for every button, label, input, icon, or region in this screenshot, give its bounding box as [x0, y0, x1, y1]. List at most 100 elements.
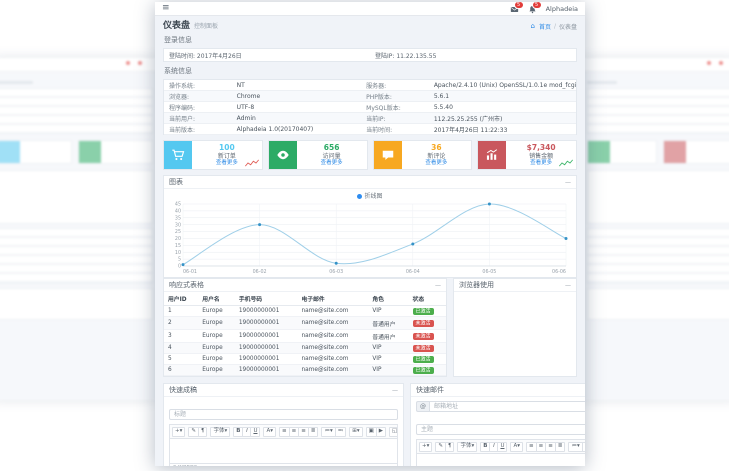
view-more-link[interactable]: 查看更多	[530, 160, 552, 167]
table-cell: VIP	[368, 343, 408, 354]
axis-tick-label: 40	[175, 208, 181, 214]
ghost-line	[0, 81, 33, 84]
messages-icon[interactable]: 5	[510, 4, 520, 14]
table-button[interactable]: ⊞▾	[349, 427, 362, 437]
data-point[interactable]	[258, 223, 261, 226]
table-cell: name@site.com	[297, 343, 368, 354]
user-menu[interactable]: Alphadeia	[546, 5, 578, 13]
table-row: 6Europe19000000001name@site.comVIP已激活	[164, 365, 446, 376]
toolbar-group: BIU	[233, 427, 260, 437]
draft-editor-area[interactable]	[169, 438, 398, 464]
table-cell: 19000000001	[235, 330, 298, 343]
collapse-icon[interactable]	[565, 179, 571, 186]
notifications-badge: 5	[532, 2, 542, 9]
chart-panel-title: 图表	[169, 177, 183, 187]
axis-tick-label: 06-02	[253, 269, 267, 275]
table-cell: Europe	[198, 354, 235, 365]
table-cell: 19000000001	[235, 306, 298, 317]
style-button[interactable]: 字体▾	[210, 427, 230, 437]
list-ol-button[interactable]: ≔▾	[321, 427, 335, 437]
eraser-button[interactable]: ¶	[198, 427, 208, 437]
breadcrumb-home-link[interactable]: 首页	[539, 22, 551, 31]
messages-badge: 5	[514, 2, 524, 9]
chart-legend[interactable]: 折线图	[168, 191, 572, 200]
toolbar-group: ≔▾≕	[321, 427, 346, 437]
table-cell: 未激活	[409, 330, 446, 343]
data-point[interactable]	[565, 237, 568, 240]
view-more-link[interactable]: 查看更多	[216, 160, 238, 167]
table-cell: 6	[164, 365, 198, 376]
ghost-chart	[587, 170, 729, 224]
ghost-badge	[138, 61, 142, 65]
style-button[interactable]: 字体▾	[457, 442, 477, 452]
data-point[interactable]	[411, 242, 414, 245]
data-point[interactable]	[488, 203, 491, 206]
notifications-bell-icon[interactable]: 5	[528, 4, 538, 14]
collapse-icon[interactable]	[392, 387, 398, 394]
stat-card: 100新订单查看更多	[163, 140, 263, 170]
login-time: 登陆时间: 2017年4月26日	[164, 51, 370, 60]
browser-panel-header: 浏览器使用	[454, 279, 576, 292]
page-subtitle: 控制面板	[194, 21, 218, 30]
mail-editor-area[interactable]	[416, 453, 585, 466]
ghost-cards	[0, 140, 153, 164]
toolbar-group: ⊞▾	[349, 427, 362, 437]
view-more-link[interactable]: 查看更多	[321, 160, 343, 167]
chart-icon	[478, 141, 506, 169]
list-ul-button[interactable]: ≕	[335, 427, 347, 437]
system-info-label: 服务器:	[361, 81, 429, 90]
table-cell: name@site.com	[297, 365, 368, 376]
axis-tick-label: 06-01	[183, 269, 197, 275]
users-column-header: 状态	[409, 292, 446, 306]
table-row: 2Europe19000000001name@site.com普通用户未激活	[164, 317, 446, 330]
draft-panel-header: 快速成稿	[164, 384, 403, 397]
magic-button[interactable]: +▾	[419, 442, 432, 452]
mail-panel-title: 快速邮件	[416, 385, 444, 395]
collapse-icon[interactable]	[565, 282, 571, 289]
fullscreen-button[interactable]: ◱	[389, 427, 398, 437]
sparkline-icon	[558, 159, 574, 167]
ghost-stat-icon	[588, 141, 610, 163]
underline-button[interactable]: U	[250, 427, 260, 437]
magic-button[interactable]: +▾	[172, 427, 185, 437]
collapse-icon[interactable]	[435, 282, 441, 289]
status-badge: 已激活	[413, 356, 434, 363]
mail-address-input[interactable]	[429, 401, 585, 412]
ghost-stat-icon	[664, 141, 686, 163]
draft-title-input[interactable]	[169, 409, 398, 420]
editor-toolbar: +▾✎¶字体▾BIUA▾≡≡≡≣≔▾≕⊞▾▣▶◱	[416, 439, 585, 453]
ghost-navbar	[0, 58, 158, 72]
data-point[interactable]	[335, 262, 338, 265]
color-button[interactable]: A▾	[263, 427, 276, 437]
browser-usage-panel: 浏览器使用	[453, 278, 577, 377]
ghost-stat-icon	[79, 141, 101, 163]
data-point[interactable]	[182, 263, 185, 266]
list-ul-button[interactable]: ≕	[582, 442, 585, 452]
system-info-row: 浏览器:ChromePHP版本:5.6.1	[164, 91, 576, 102]
stat-number: 656	[324, 143, 340, 152]
underline-button[interactable]: U	[497, 442, 507, 452]
line-chart: 05101520253035404506-0106-0206-0306-0406…	[168, 200, 572, 276]
mail-editor-wrap: +▾✎¶字体▾BIUA▾≡≡≡≣≔▾≕⊞▾▣▶◱ 0 WORDS 发送	[411, 397, 585, 466]
ghost-navbar	[582, 58, 729, 72]
color-button[interactable]: A▾	[510, 442, 523, 452]
view-more-link[interactable]: 查看更多	[425, 160, 447, 167]
toolbar-group: 字体▾	[210, 427, 230, 437]
list-ol-button[interactable]: ≔▾	[568, 442, 582, 452]
table-cell: Europe	[198, 306, 235, 317]
align-justify-button[interactable]: ≣	[308, 427, 319, 437]
users-column-header: 角色	[368, 292, 408, 306]
eraser-button[interactable]: ¶	[445, 442, 455, 452]
video-button[interactable]: ▶	[376, 427, 386, 437]
align-justify-button[interactable]: ≣	[555, 442, 566, 452]
stat-label: 新订单	[218, 153, 236, 161]
table-cell: 19000000001	[235, 317, 298, 330]
table-cell: 已激活	[409, 365, 446, 376]
users-panel-header: 响应式表格	[164, 279, 446, 292]
ghost-badge	[126, 61, 130, 65]
mail-subject-input[interactable]	[416, 424, 585, 435]
menu-toggle-icon[interactable]	[162, 4, 170, 13]
system-info-label: 程序编码:	[164, 103, 232, 112]
toolbar-group: BIU	[480, 442, 507, 452]
table-cell: 普通用户	[368, 330, 408, 343]
